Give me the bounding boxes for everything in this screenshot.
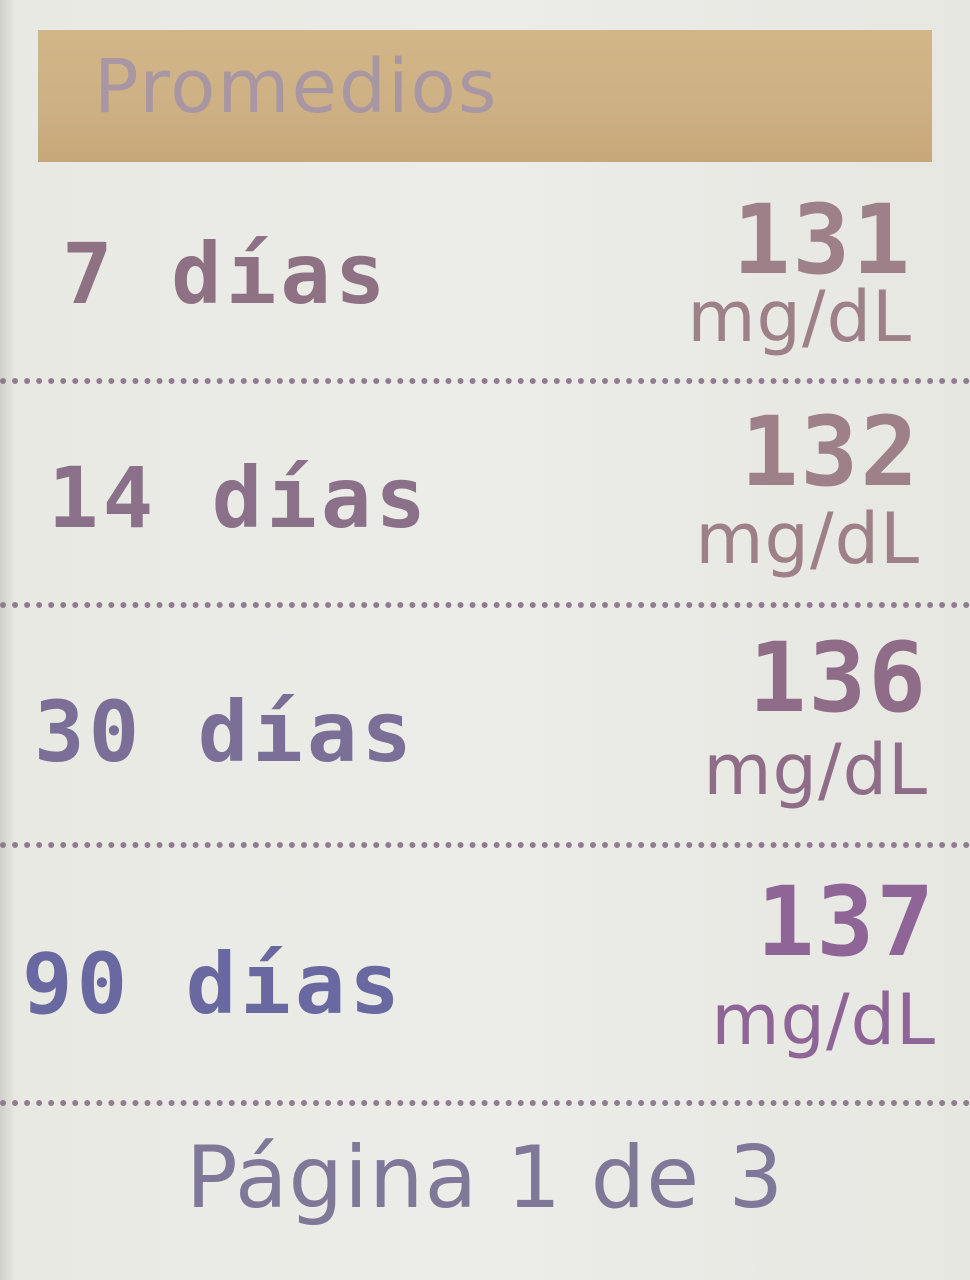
list-item-90-days: 90 días 137 mg/dL	[0, 850, 970, 1100]
row-divider	[0, 602, 970, 608]
meter-screen: Promedios 7 días 131 mg/dL 14 días 132 m…	[0, 0, 970, 1280]
header-bar: Promedios	[38, 30, 932, 162]
unit-label: mg/dL	[711, 979, 936, 1061]
period-label: 90 días	[22, 935, 405, 1033]
list-item-14-days: 14 días 132 mg/dL	[0, 386, 970, 601]
row-divider	[0, 842, 970, 848]
row-divider	[0, 1100, 970, 1106]
row-divider	[0, 378, 970, 384]
unit-label: mg/dL	[703, 729, 928, 811]
period-label: 30 días	[34, 683, 417, 781]
period-label: 7 días	[62, 225, 390, 323]
list-item-7-days: 7 días 131 mg/dL	[0, 170, 970, 370]
period-label: 14 días	[48, 449, 431, 547]
average-value: 137	[756, 866, 936, 978]
average-value: 132	[740, 396, 920, 508]
average-value: 131	[732, 184, 912, 296]
list-item-30-days: 30 días 136 mg/dL	[0, 610, 970, 840]
page-indicator: Página 1 de 3	[185, 1128, 785, 1228]
unit-label: mg/dL	[687, 276, 912, 358]
average-value: 136	[748, 622, 928, 734]
page-title: Promedios	[94, 44, 499, 130]
unit-label: mg/dL	[695, 498, 920, 580]
